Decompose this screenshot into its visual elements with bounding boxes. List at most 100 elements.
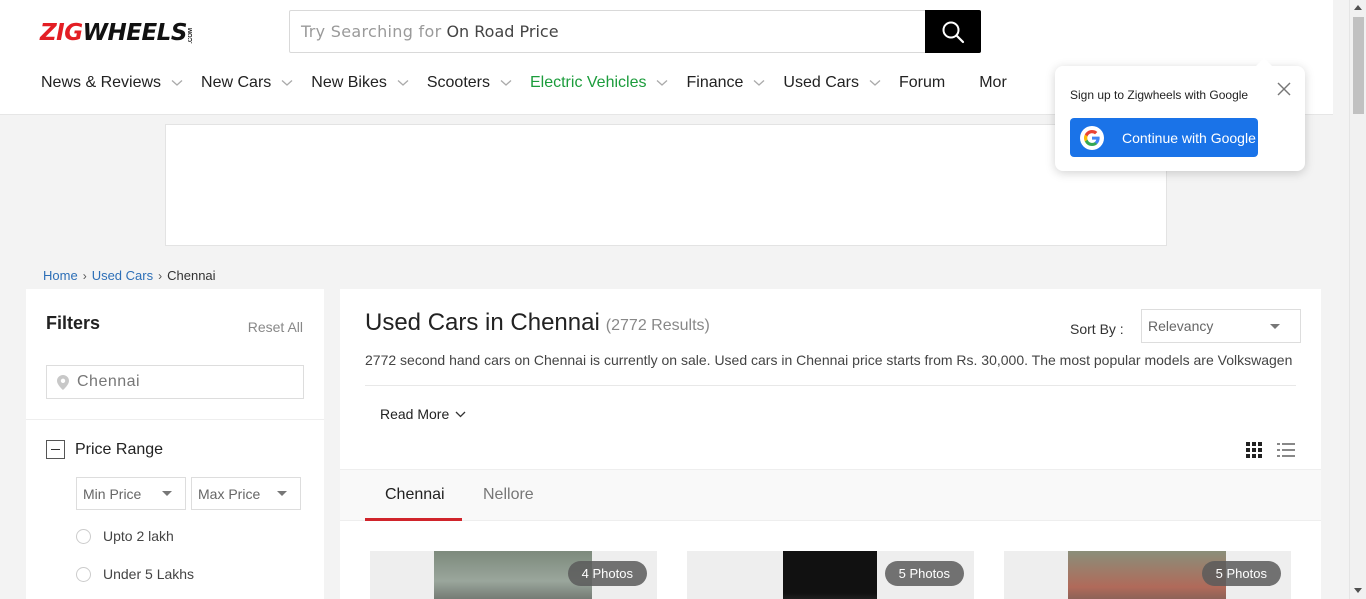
nav-label: Mor [979, 74, 1007, 91]
close-icon[interactable] [1277, 82, 1291, 96]
description-divider [365, 385, 1296, 386]
photo-count-badge: 5 Photos [884, 561, 964, 586]
scroll-up-arrow-icon[interactable] [1354, 5, 1362, 10]
nav-label: Forum [898, 74, 946, 91]
active-tab-underline [365, 518, 462, 521]
chevron-down-icon [500, 80, 512, 86]
price-option-label: Under 5 Lakhs [103, 566, 195, 582]
reset-all-button[interactable]: Reset All [248, 319, 303, 335]
search-icon [942, 21, 965, 43]
popup-message: Sign up to Zigwheels with Google [1070, 88, 1249, 102]
car-card[interactable]: 4 Photos [370, 551, 657, 599]
city-input[interactable]: Chennai [46, 365, 304, 399]
filters-divider [26, 419, 324, 420]
max-price-select[interactable]: Max Price [191, 477, 301, 510]
breadcrumb-separator-icon: › [158, 268, 163, 283]
max-price-label: Max Price [198, 485, 261, 502]
main-nav: News & Reviews New Cars New Bikes Scoote… [41, 72, 1025, 94]
scrollbar-thumb[interactable] [1353, 17, 1364, 114]
chevron-down-icon [753, 80, 765, 86]
read-more-button[interactable]: Read More [380, 406, 466, 422]
min-price-label: Min Price [83, 485, 142, 502]
read-more-label: Read More [380, 406, 450, 422]
location-pin-icon [57, 374, 69, 390]
nav-label: Scooters [426, 74, 490, 91]
page-scrollbar[interactable] [1349, 0, 1366, 599]
breadcrumb-current: Chennai [167, 268, 216, 283]
nav-item-electric-vehicles[interactable]: Electric Vehicles [530, 74, 669, 92]
photo-count-badge: 5 Photos [1201, 561, 1281, 586]
nav-item-new-cars[interactable]: New Cars [201, 74, 293, 92]
sort-select[interactable]: Relevancy [1141, 309, 1301, 343]
chevron-down-icon [397, 80, 409, 86]
caret-down-icon [162, 491, 172, 496]
caret-down-icon [1270, 324, 1280, 329]
filters-title: Filters [46, 313, 101, 333]
price-option-under-5-lakhs[interactable]: Under 5 Lakhs [76, 566, 194, 582]
price-option-upto-2-lakh[interactable]: Upto 2 lakh [76, 528, 174, 544]
chevron-down-icon [171, 80, 183, 86]
breadcrumb-home[interactable]: Home [43, 268, 78, 283]
min-price-select[interactable]: Min Price [76, 477, 186, 510]
nav-label: Used Cars [783, 74, 859, 91]
nav-label: Finance [686, 74, 744, 91]
search-button[interactable] [925, 10, 981, 53]
nav-item-used-cars[interactable]: Used Cars [783, 74, 881, 92]
nav-label: New Cars [201, 74, 272, 91]
chevron-down-icon [281, 80, 293, 86]
chevron-down-icon [455, 411, 466, 417]
price-range-toggle[interactable]: Price Range [46, 440, 163, 459]
collapse-minus-icon [46, 440, 65, 459]
continue-with-google-button[interactable]: Continue with Google [1070, 118, 1258, 157]
list-view-icon[interactable] [1277, 442, 1295, 458]
nav-item-new-bikes[interactable]: New Bikes [311, 74, 409, 92]
nav-item-forum[interactable]: Forum [899, 74, 945, 92]
nav-label: New Bikes [311, 74, 387, 91]
car-card[interactable]: 5 Photos [687, 551, 974, 599]
page-title: Used Cars in Chennai (2772 Results) [365, 309, 710, 337]
nav-label: News & Reviews [41, 74, 162, 91]
google-logo-icon [1080, 125, 1104, 150]
car-photo[interactable] [783, 551, 877, 599]
radio-button[interactable] [76, 566, 91, 582]
nav-label: Electric Vehicles [529, 74, 647, 91]
zigwheels-logo[interactable]: ZIGWHEELS .COM [40, 20, 194, 46]
sort-value: Relevancy [1148, 318, 1214, 334]
car-card[interactable]: 5 Photos [1004, 551, 1291, 599]
search-input[interactable]: Try Searching for On Road Price [290, 11, 925, 52]
tab-nellore[interactable]: Nellore [483, 486, 534, 504]
search-bar: Try Searching for On Road Price [289, 10, 981, 53]
logo-com-text: .COM [187, 28, 194, 44]
chevron-down-icon [869, 80, 881, 86]
breadcrumb-separator-icon: › [82, 268, 87, 283]
price-option-label: Upto 2 lakh [103, 528, 174, 544]
price-range-title: Price Range [75, 440, 164, 458]
sort-label: Sort By : [1070, 321, 1124, 337]
breadcrumb-used-cars[interactable]: Used Cars [92, 268, 153, 283]
search-placeholder-suffix: On Road Price [446, 22, 559, 41]
radio-button[interactable] [76, 528, 91, 544]
continue-with-google-label: Continue with Google [1122, 129, 1256, 146]
chevron-down-icon [657, 80, 668, 86]
nav-item-more[interactable]: Mor [979, 74, 1007, 92]
ad-banner [165, 124, 1167, 246]
results-count: (2772 Results) [605, 317, 710, 334]
page-title-text: Used Cars in Chennai [365, 309, 600, 336]
caret-down-icon [277, 491, 287, 496]
scroll-down-arrow-icon[interactable] [1354, 588, 1362, 593]
nav-item-finance[interactable]: Finance [686, 74, 765, 92]
breadcrumb: Home › Used Cars › Chennai [43, 268, 216, 283]
google-signup-popup: Sign up to Zigwheels with Google Continu… [1055, 58, 1305, 171]
city-input-placeholder: Chennai [77, 373, 141, 390]
grid-view-icon[interactable] [1246, 442, 1262, 458]
nav-item-news-reviews[interactable]: News & Reviews [41, 74, 183, 92]
listing-panel: Used Cars in Chennai (2772 Results) Sort… [340, 289, 1321, 599]
tab-chennai[interactable]: Chennai [385, 486, 445, 504]
photo-count-badge: 4 Photos [567, 561, 647, 586]
logo-zig-text: ZIG [40, 20, 83, 46]
search-placeholder-prefix: Try Searching for [301, 22, 442, 41]
nav-item-scooters[interactable]: Scooters [427, 74, 512, 92]
logo-wheels-text: WHEELS [82, 20, 188, 46]
filters-panel: Filters Reset All Chennai Price Range Mi… [26, 289, 324, 599]
listing-description: 2772 second hand cars on Chennai is curr… [365, 352, 1293, 368]
